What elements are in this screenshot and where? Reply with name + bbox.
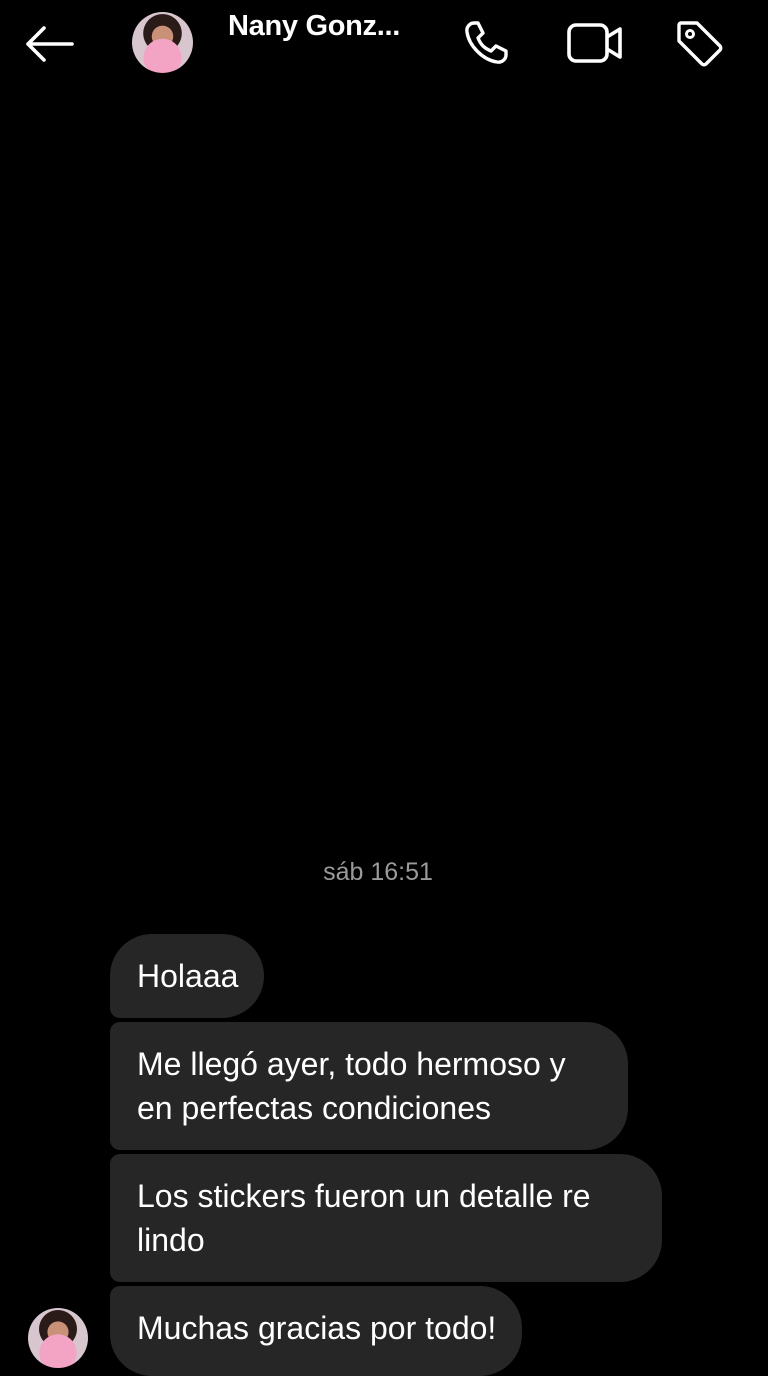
chat-header: Nany Gonz...	[0, 0, 768, 90]
video-camera-icon	[567, 23, 622, 63]
message-bubble[interactable]: Los stickers fueron un detalle re lindo	[110, 1154, 662, 1282]
message-bubble[interactable]: Muchas gracias por todo!	[110, 1286, 523, 1376]
sender-avatar[interactable]	[28, 1308, 88, 1368]
contact-avatar[interactable]	[132, 12, 193, 73]
tag-icon	[677, 21, 723, 67]
video-call-button[interactable]	[562, 14, 628, 72]
message-timestamp: sáb 16:51	[323, 858, 433, 886]
arrow-left-icon	[26, 26, 74, 62]
back-button[interactable]	[20, 18, 78, 70]
phone-icon	[465, 21, 508, 64]
voice-call-button[interactable]	[455, 14, 517, 72]
contact-name[interactable]: Nany Gonz...	[228, 10, 400, 43]
message-bubble[interactable]: Holaaa	[110, 934, 265, 1018]
message-bubble[interactable]: Me llegó ayer, todo hermoso y en perfect…	[110, 1022, 628, 1150]
tag-button[interactable]	[668, 14, 730, 72]
